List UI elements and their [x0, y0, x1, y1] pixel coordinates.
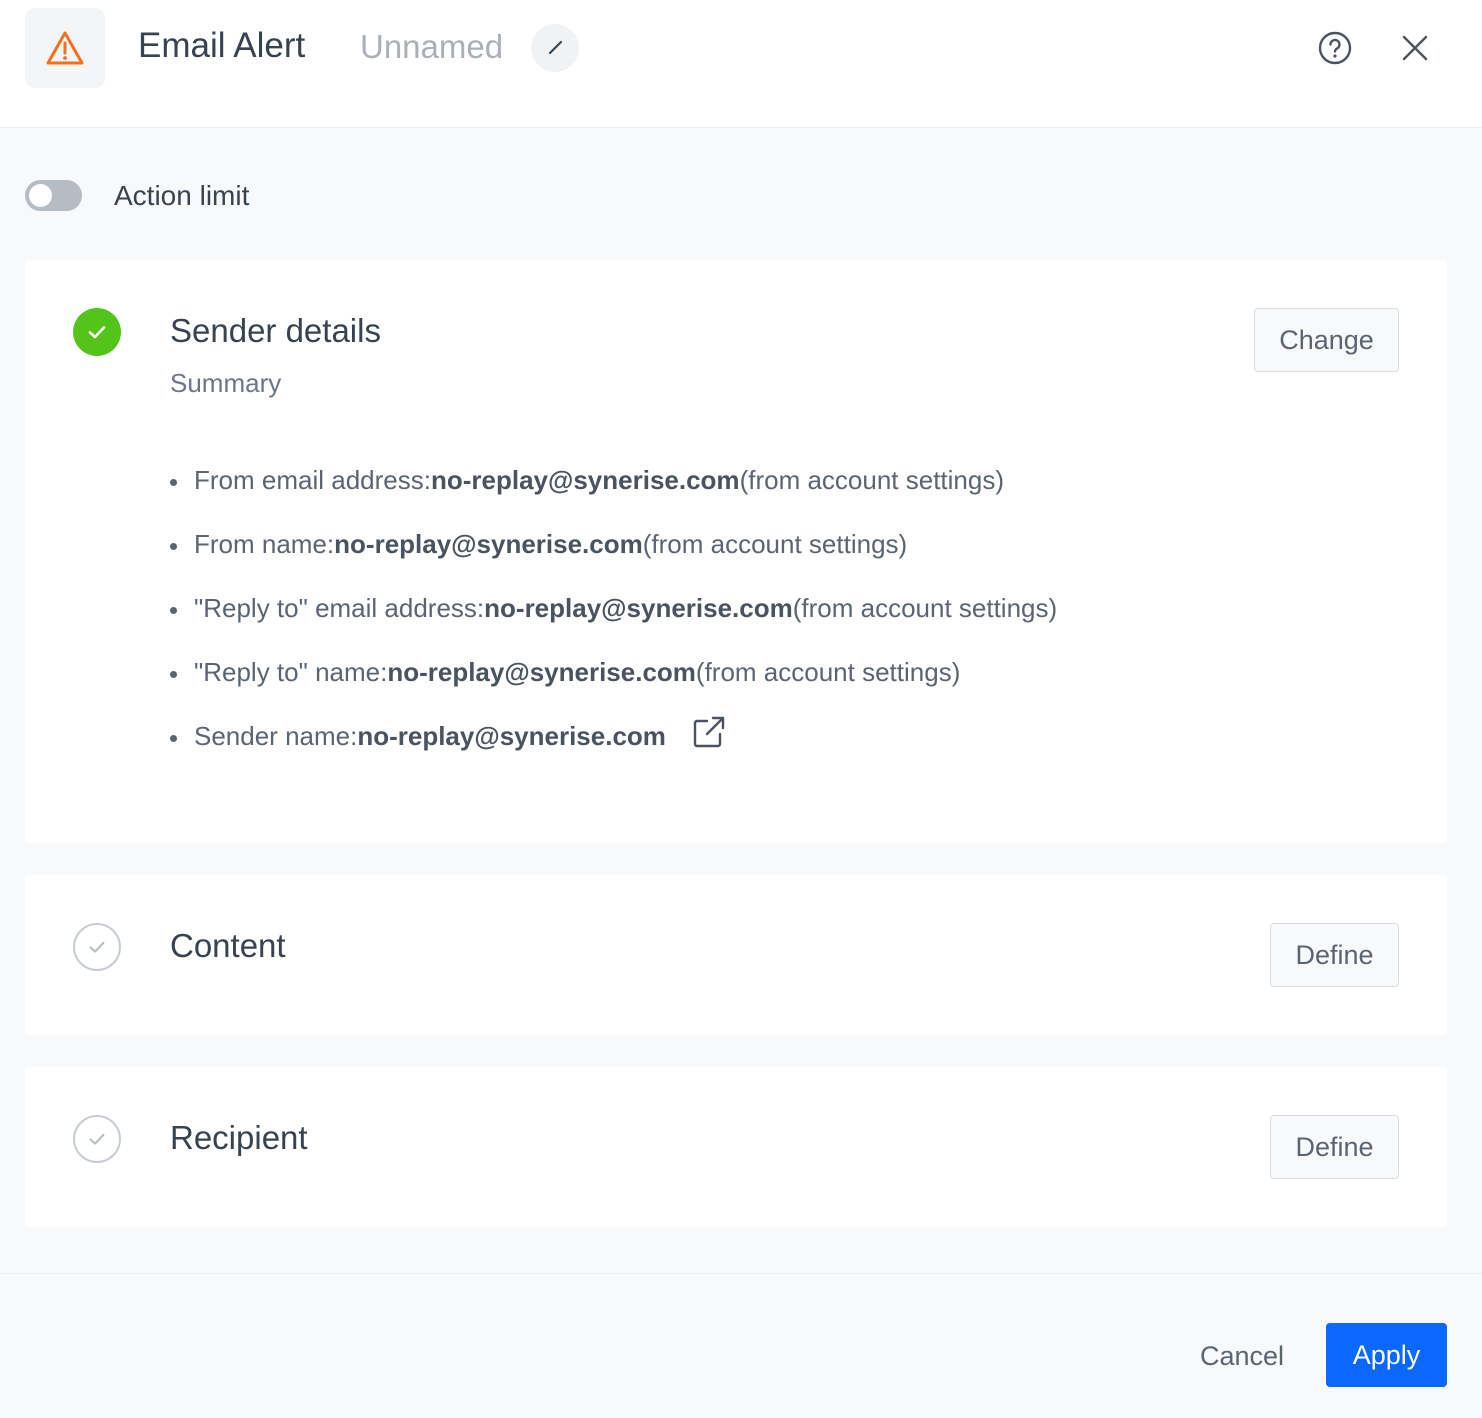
external-link-icon[interactable] — [692, 715, 726, 749]
check-icon — [89, 941, 105, 953]
modal-header: Email Alert Unnamed — [0, 0, 1482, 128]
summary-value: no-replay@synerise.com — [387, 657, 696, 687]
pencil-icon — [548, 40, 563, 55]
summary-label: From name: — [194, 529, 335, 559]
summary-label: Sender name: — [194, 721, 358, 751]
check-icon — [88, 326, 106, 339]
recipient-card: Recipient Define — [25, 1067, 1447, 1227]
summary-suffix: (from account settings) — [792, 593, 1058, 623]
list-item: From email address: no-replay@synerise.c… — [170, 465, 1057, 529]
define-content-button[interactable]: Define — [1270, 923, 1399, 987]
list-item: "Reply to" name: no-replay@synerise.com … — [170, 657, 1057, 721]
close-button[interactable] — [1392, 25, 1438, 71]
action-limit-toggle[interactable] — [25, 180, 82, 211]
help-button[interactable] — [1312, 25, 1358, 71]
list-item: Sender name: no-replay@synerise.com — [170, 716, 1057, 785]
action-icon-box — [25, 8, 105, 88]
sender-details-card: Sender details Summary Change From email… — [25, 260, 1447, 843]
summary-value: no-replay@synerise.com — [334, 529, 643, 559]
change-sender-button[interactable]: Change — [1254, 308, 1399, 372]
summary-value: no-replay@synerise.com — [484, 593, 793, 623]
summary-value: no-replay@synerise.com — [430, 465, 740, 495]
sender-details-title: Sender details — [170, 312, 381, 349]
cancel-button[interactable]: Cancel — [1180, 1324, 1304, 1388]
apply-button[interactable]: Apply — [1326, 1323, 1447, 1387]
summary-suffix: (from account settings) — [642, 529, 908, 559]
define-recipient-button[interactable]: Define — [1270, 1115, 1399, 1179]
step-complete-icon — [73, 308, 121, 356]
summary-label: "Reply to" email address: — [194, 593, 485, 623]
step-pending-icon — [73, 923, 121, 971]
check-icon — [89, 1133, 105, 1145]
close-icon — [1402, 35, 1428, 61]
recipient-title: Recipient — [170, 1119, 308, 1156]
question-icon — [1318, 31, 1352, 65]
list-item: From name: no-replay@synerise.com (from … — [170, 529, 1057, 593]
action-name[interactable]: Unnamed — [360, 28, 503, 66]
summary-suffix: (from account settings) — [739, 465, 1004, 495]
content-card: Content Define — [25, 875, 1447, 1035]
sender-details-subtitle: Summary — [170, 368, 282, 398]
step-pending-icon — [73, 1115, 121, 1163]
warning-icon — [46, 31, 84, 65]
summary-value: no-replay@synerise.com — [357, 721, 666, 751]
content-title: Content — [170, 927, 286, 964]
summary-label: "Reply to" name: — [194, 657, 388, 687]
list-item: "Reply to" email address: no-replay@syne… — [170, 593, 1057, 657]
modal-title: Email Alert — [138, 26, 306, 65]
summary-suffix: (from account settings) — [695, 657, 961, 687]
footer-divider — [0, 1273, 1482, 1274]
summary-label: From email address: — [194, 465, 431, 495]
sender-summary-list: From email address: no-replay@synerise.c… — [170, 465, 1057, 785]
action-limit-label: Action limit — [114, 180, 250, 211]
edit-name-button[interactable] — [531, 24, 579, 72]
toggle-knob — [29, 184, 52, 207]
